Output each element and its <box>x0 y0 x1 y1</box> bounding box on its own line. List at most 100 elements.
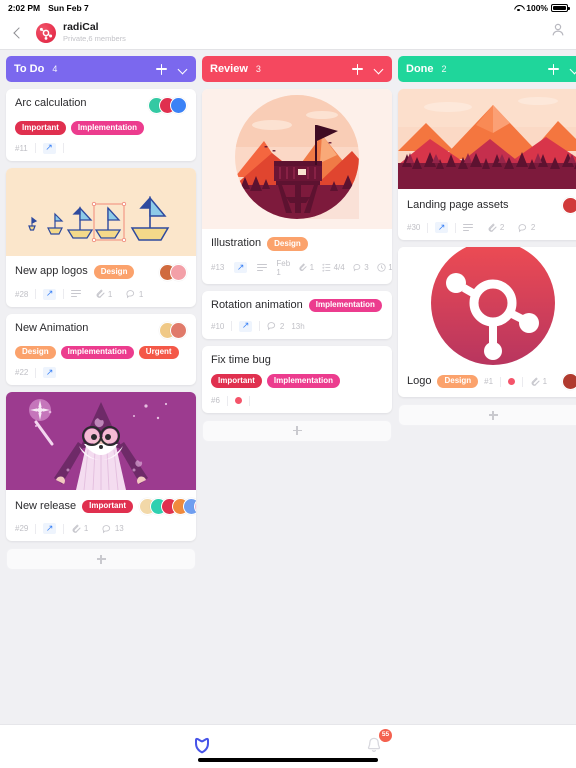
nav-bar: radiCal Private,6 members <box>0 16 576 50</box>
add-card-todo[interactable] <box>6 548 196 570</box>
column-header-todo[interactable]: To Do 4 <box>6 56 196 82</box>
comment-count: 1 <box>119 289 150 299</box>
column-review: Review 3 Illustration Design #13 ↗ Feb 1… <box>202 56 392 442</box>
person-icon[interactable] <box>550 23 566 42</box>
card-number: #28 <box>15 289 29 299</box>
card-title: Rotation animation <box>211 298 303 311</box>
avatar-group <box>159 263 187 281</box>
card-meta: #6 <box>211 395 383 406</box>
tag-important: Important <box>82 499 134 514</box>
status-right-cluster: 100% <box>514 3 570 13</box>
move-arrow-icon[interactable] <box>36 522 63 535</box>
comment-count: 3 <box>349 263 373 272</box>
card-cover-boats <box>6 167 196 256</box>
avatar-group <box>562 197 576 214</box>
card-new-animation[interactable]: New Animation Design Implementation Urge… <box>6 313 196 385</box>
card-number: #10 <box>211 321 225 331</box>
tag-urgent: Urgent <box>138 345 179 359</box>
tag-important: Important <box>211 374 262 388</box>
card-meta: #29 1 13 <box>15 522 187 535</box>
column-count: 2 <box>441 64 447 74</box>
chevron-down-icon[interactable] <box>570 64 576 74</box>
move-arrow-icon[interactable] <box>428 221 455 234</box>
add-card-review[interactable] <box>202 419 392 442</box>
add-card-done[interactable] <box>398 404 576 426</box>
home-indicator <box>198 758 378 762</box>
card-number: #11 <box>15 143 28 153</box>
avatar-group <box>159 321 187 339</box>
ipad-screen: 2:02 PM Sun Feb 7 100% radiCal Private,6… <box>0 0 576 768</box>
move-arrow-icon[interactable] <box>36 287 63 300</box>
attachment-value: 2 <box>499 223 505 232</box>
kanban-board[interactable]: To Do 4 Arc calculation Important Implem… <box>0 50 576 724</box>
column-title: To Do <box>14 63 45 75</box>
card-cover-wizard <box>6 392 196 490</box>
column-title: Done <box>406 63 434 75</box>
column-done: Done 2 Landing page assets #30 ↗ 2 2 Log… <box>398 56 576 426</box>
comment-value: 1 <box>138 289 144 299</box>
priority-dot-icon <box>228 397 249 405</box>
chevron-down-icon[interactable] <box>178 64 188 74</box>
chevron-left-icon[interactable] <box>10 26 24 40</box>
time-value: 13h <box>291 321 305 331</box>
avatar-group <box>139 498 196 515</box>
column-header-review[interactable]: Review 3 <box>202 56 392 82</box>
card-cover-watchtower <box>202 89 392 229</box>
board-title: radiCal <box>63 21 99 34</box>
plus-icon[interactable] <box>156 63 167 75</box>
tag-design: Design <box>267 237 308 251</box>
checklist-value: 4/4 <box>333 263 345 273</box>
column-header-done[interactable]: Done 2 <box>398 56 576 82</box>
chevron-down-icon[interactable] <box>374 64 384 74</box>
card-title: Logo <box>407 374 432 387</box>
divider <box>248 395 250 406</box>
description-icon <box>64 290 88 298</box>
plus-icon <box>488 410 498 420</box>
column-actions <box>548 63 576 75</box>
tag-design: Design <box>15 345 56 359</box>
card-logo[interactable]: Logo Design #1 1 <box>398 247 576 397</box>
column-actions <box>352 63 384 75</box>
status-time: 2:02 PM <box>8 3 41 13</box>
tag-implementation: Implementation <box>70 121 145 135</box>
card-new-release[interactable]: New release Important #29 ↗ 1 13 <box>6 392 196 541</box>
card-fix-time-bug[interactable]: Fix time bug Important Implementation #6 <box>202 345 392 413</box>
card-title: Illustration <box>211 237 262 249</box>
card-title: New release <box>15 499 77 512</box>
move-arrow-icon[interactable] <box>36 141 63 154</box>
board-subtitle: Private,6 members <box>63 33 126 43</box>
card-title: New Animation <box>15 321 89 334</box>
board-avatar <box>36 22 56 43</box>
move-arrow-icon[interactable] <box>232 319 259 332</box>
column-todo: To Do 4 Arc calculation Important Implem… <box>6 56 196 570</box>
board-meta: radiCal Private,6 members <box>63 22 126 43</box>
tag-design: Design <box>93 265 135 279</box>
avatar-group <box>148 97 187 114</box>
app-icon-radical[interactable] <box>189 732 215 758</box>
app-icon-notifications[interactable]: 55 <box>361 729 392 758</box>
card-arc-calculation[interactable]: Arc calculation Important Implementation… <box>6 89 196 161</box>
card-rotation-animation[interactable]: Rotation animation Implementation #10 2 … <box>202 290 392 339</box>
comment-value: 2 <box>279 321 285 331</box>
plus-icon[interactable] <box>352 63 363 75</box>
comment-count: 13 <box>95 524 130 534</box>
card-number: #30 <box>407 223 421 232</box>
plus-icon[interactable] <box>548 63 559 75</box>
attachment-value: 1 <box>83 524 89 533</box>
attachment-count: 1 <box>88 289 119 299</box>
card-landing-page-assets[interactable]: Landing page assets #30 2 <box>398 89 576 240</box>
column-title: Review <box>210 63 248 75</box>
move-arrow-icon[interactable] <box>229 261 252 274</box>
notification-badge: 55 <box>379 729 392 742</box>
card-meta: #11 <box>15 141 187 154</box>
comment-value: 2 <box>530 223 536 232</box>
card-title: New app logos <box>15 265 88 278</box>
due-date: Feb 1 <box>276 258 291 277</box>
card-illustration[interactable]: Illustration Design #13 Feb 1 1 <box>202 89 392 284</box>
card-number: #13 <box>211 263 225 273</box>
move-arrow-icon[interactable] <box>36 366 63 379</box>
card-new-app-logos[interactable]: New app logos Design #28 ↗ 1 1 <box>6 167 196 307</box>
attachment-count: 1 <box>523 377 554 387</box>
checklist-count: 4/4 <box>318 263 349 272</box>
card-cover-mountains <box>398 89 576 189</box>
